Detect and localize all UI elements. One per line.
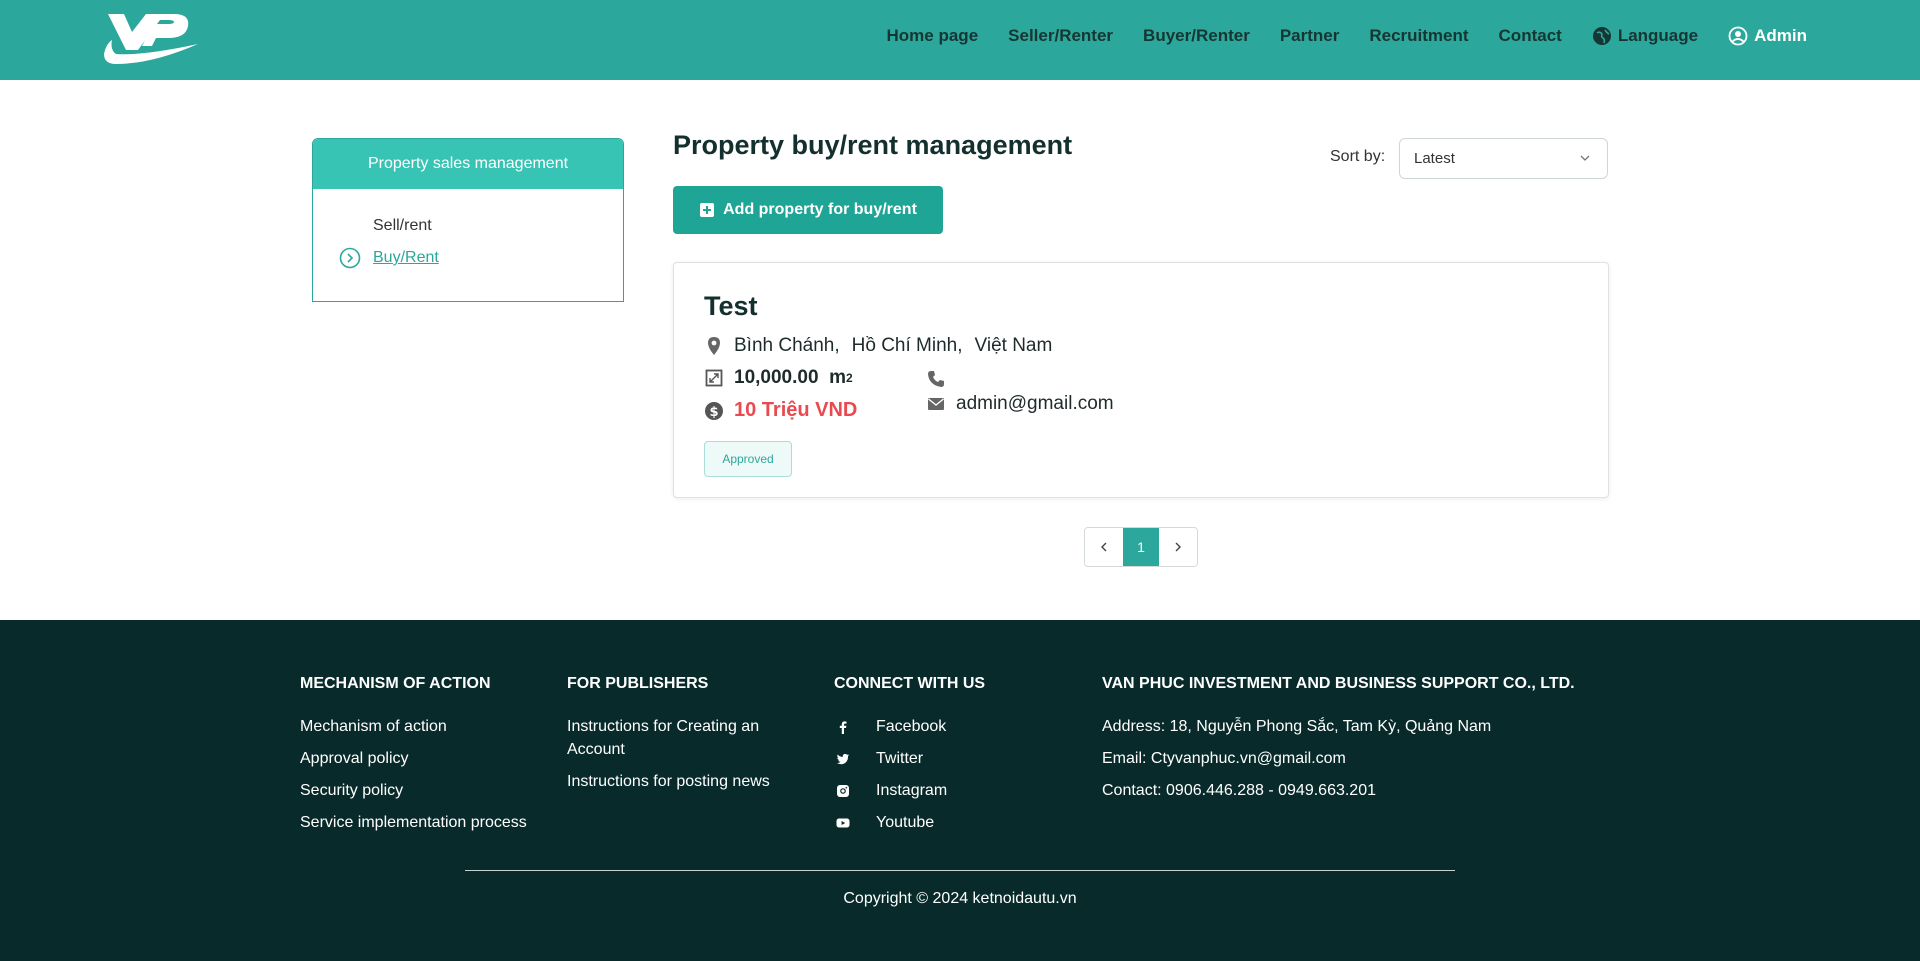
footer-col-title: FOR PUBLISHERS [567, 675, 709, 692]
chevron-right-circle-icon [339, 247, 361, 269]
youtube-link[interactable]: Youtube [834, 811, 985, 834]
page-number-button[interactable]: 1 [1123, 528, 1159, 566]
svg-text:$: $ [709, 405, 718, 420]
page-title: Property buy/rent management [673, 130, 1073, 160]
footer-link[interactable]: Approval policy [300, 747, 527, 770]
email-value: admin@gmail.com [956, 393, 1114, 414]
instagram-label: Instagram [876, 782, 948, 799]
admin-label: Admin [1754, 26, 1807, 45]
footer-link[interactable]: Instructions for Creating an Account [567, 715, 807, 761]
twitter-label: Twitter [876, 750, 924, 767]
property-area: 10,000.00 m2 [704, 367, 853, 389]
phone-icon [928, 371, 944, 387]
company-address: Address: 18, Nguyễn Phong Sắc, Tam Kỳ, Q… [1102, 718, 1492, 735]
nav-home[interactable]: Home page [887, 26, 979, 46]
nav-recruitment[interactable]: Recruitment [1369, 26, 1468, 46]
footer-col-connect: CONNECT WITH US Facebook Twitter Instagr… [834, 675, 985, 843]
footer-col-title: MECHANISM OF ACTION [300, 675, 491, 692]
nav-contact[interactable]: Contact [1499, 26, 1562, 46]
add-property-label: Add property for buy/rent [723, 201, 917, 218]
instagram-link[interactable]: Instagram [834, 779, 985, 802]
location-city: Hồ Chí Minh, [851, 335, 963, 356]
footer-col-title: VAN PHUC INVESTMENT AND BUSINESS SUPPORT… [1102, 675, 1575, 692]
footer-link[interactable]: Service implementation process [300, 811, 527, 834]
sort-select[interactable]: Latest [1399, 138, 1608, 179]
property-title: Test [704, 291, 758, 321]
twitter-icon [836, 753, 849, 764]
footer-link[interactable]: Instructions for posting news [567, 770, 807, 793]
status-badge: Approved [704, 441, 792, 477]
location-district: Bình Chánh, [734, 335, 840, 356]
plus-square-icon [700, 203, 715, 217]
area-icon [705, 369, 723, 387]
footer-link[interactable]: Mechanism of action [300, 715, 527, 738]
footer: MECHANISM OF ACTION Mechanism of action … [0, 620, 1920, 961]
vp-logo[interactable] [102, 10, 198, 66]
user-circle-icon [1728, 26, 1748, 46]
nav-language[interactable]: Language [1592, 26, 1698, 46]
footer-col-publishers: FOR PUBLISHERS Instructions for Creating… [567, 675, 807, 802]
chevron-down-icon [1580, 155, 1590, 161]
language-label: Language [1617, 26, 1699, 45]
footer-link[interactable]: Security policy [300, 779, 527, 802]
sidebar-title: Property sales management [313, 139, 623, 189]
property-location: Bình Chánh, Hồ Chí Minh, Việt Nam [704, 335, 1064, 357]
main-nav: Home page Seller/Renter Buyer/Renter Par… [857, 0, 1807, 72]
footer-divider [465, 870, 1455, 871]
envelope-icon [928, 398, 944, 410]
facebook-label: Facebook [876, 718, 947, 735]
nav-buyer-renter[interactable]: Buyer/Renter [1143, 26, 1250, 46]
top-header: Home page Seller/Renter Buyer/Renter Par… [0, 0, 1920, 80]
sidebar-item-buy-rent[interactable]: Buy/Rent [373, 249, 439, 267]
facebook-icon [839, 720, 847, 734]
youtube-label: Youtube [876, 814, 935, 831]
chevron-left-icon [1101, 542, 1107, 552]
area-unit-sup: 2 [846, 371, 853, 385]
footer-col-mechanism: MECHANISM OF ACTION Mechanism of action … [300, 675, 527, 843]
price-value: 10 Triệu VND [734, 399, 858, 421]
footer-col-company: VAN PHUC INVESTMENT AND BUSINESS SUPPORT… [1102, 675, 1575, 811]
company-contact: Contact: 0906.446.288 - 0949.663.201 [1102, 782, 1376, 799]
instagram-icon [837, 784, 849, 797]
dollar-circle-icon: $ [705, 401, 723, 420]
copyright: Copyright © 2024 ketnoidautu.vn [843, 890, 1077, 907]
nav-admin[interactable]: Admin [1728, 26, 1807, 46]
nav-partner[interactable]: Partner [1280, 26, 1340, 46]
contact-email: admin@gmail.com [926, 393, 1114, 415]
area-value: 10,000.00 [734, 367, 819, 388]
area-unit: m [829, 367, 846, 388]
company-email: Email: Ctyvanphuc.vn@gmail.com [1102, 750, 1346, 767]
nav-seller-renter[interactable]: Seller/Renter [1008, 26, 1113, 46]
footer-col-title: CONNECT WITH US [834, 675, 986, 692]
property-price: $ 10 Triệu VND [704, 399, 857, 422]
sidebar-item-sell-rent[interactable]: Sell/rent [373, 217, 432, 235]
prev-page-button[interactable] [1085, 528, 1123, 566]
youtube-icon [836, 818, 850, 827]
add-property-button[interactable]: Add property for buy/rent [673, 186, 943, 234]
twitter-link[interactable]: Twitter [834, 747, 985, 770]
location-country: Việt Nam [974, 335, 1053, 356]
facebook-link[interactable]: Facebook [834, 715, 985, 738]
sort-label: Sort by: [1330, 148, 1386, 165]
contact-phone [926, 369, 956, 389]
pagination: 1 [1084, 527, 1198, 567]
next-page-button[interactable] [1159, 528, 1197, 566]
globe-icon [1592, 27, 1611, 45]
chevron-right-icon [1175, 542, 1181, 552]
map-pin-icon [708, 337, 720, 355]
sort-value: Latest [1414, 150, 1455, 167]
sidebar: Property sales management Sell/rent Buy/… [312, 138, 624, 302]
property-card[interactable]: Test Bình Chánh, Hồ Chí Minh, Việt Nam 1… [673, 262, 1609, 498]
